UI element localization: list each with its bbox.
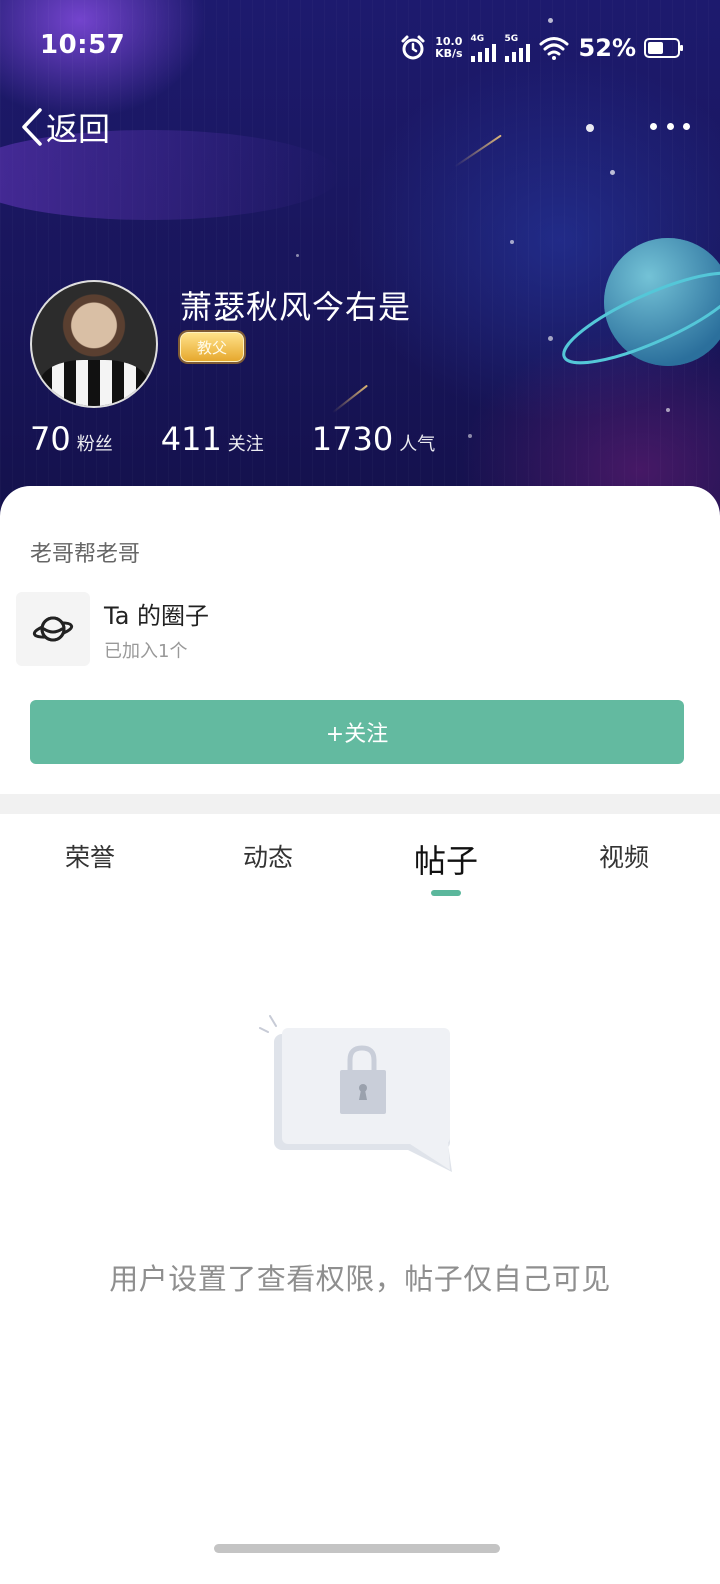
back-button[interactable]: 返回 [20, 104, 110, 150]
stat-value: 411 [160, 420, 222, 458]
active-tab-indicator [431, 890, 461, 896]
stat-following[interactable]: 411 关注 [161, 420, 264, 458]
battery-percent: 52% [578, 34, 636, 62]
stat-value: 1730 [311, 420, 394, 458]
circles-title: Ta 的圈子 [104, 601, 210, 630]
stat-label: 关注 [227, 434, 264, 455]
stat-popularity: 1730 人气 [312, 420, 435, 458]
alarm-icon [401, 35, 425, 60]
tab-label: 动态 [242, 843, 293, 872]
stat-value: 70 [30, 420, 71, 458]
profile-info-card: 老哥帮老哥 Ta 的圈子 已加入1个 +关注 [0, 486, 720, 794]
tab-activity[interactable]: 动态 [178, 814, 358, 904]
decorative-star [610, 170, 615, 175]
section-divider [0, 794, 720, 814]
sim2-signal: 5G [504, 33, 531, 62]
more-dot-icon [683, 122, 690, 130]
decorative-planet [562, 238, 720, 366]
signal-bars-icon [470, 43, 496, 62]
more-dot-icon [666, 122, 674, 130]
locked-content-illustration [259, 1015, 452, 1172]
tab-honors[interactable]: 荣誉 [0, 814, 180, 904]
avatar-photo-detail [40, 360, 148, 406]
clock-time: 10:57 [40, 30, 126, 60]
team-name: 老哥帮老哥 [30, 542, 141, 567]
tab-posts[interactable]: 帖子 [356, 814, 536, 904]
decorative-star [548, 336, 553, 341]
network-speed-unit: KB/s [435, 47, 463, 60]
circles-entry[interactable]: Ta 的圈子 已加入1个 [16, 592, 209, 666]
back-label: 返回 [46, 110, 111, 148]
status-indicators: 10.0 KB/s 4G 5G 52% [399, 30, 683, 66]
wifi-icon [539, 37, 569, 60]
chevron-left-icon [22, 108, 42, 146]
network-speed: 10.0 KB/s [435, 36, 462, 60]
tab-label: 视频 [598, 843, 649, 872]
battery-icon [644, 38, 683, 58]
stat-followers[interactable]: 70 粉丝 [30, 420, 113, 458]
tab-videos[interactable]: 视频 [534, 814, 714, 904]
decorative-star [510, 240, 514, 244]
profile-stats: 70 粉丝 411 关注 1730 人气 [30, 420, 483, 458]
status-bar: 10:57 10.0 KB/s 4G 5G 52% [0, 0, 720, 96]
battery-level-fill [648, 42, 663, 54]
avatar[interactable] [30, 280, 158, 408]
rank-badge: 教父 [180, 332, 244, 362]
sim1-signal: 4G [470, 33, 497, 62]
content-tabs: 荣誉 动态 帖子 视频 [0, 814, 720, 904]
home-indicator[interactable] [214, 1544, 500, 1553]
decorative-star [586, 124, 594, 132]
sim1-network-type: 4G [470, 33, 485, 44]
follow-button[interactable]: +关注 [30, 700, 684, 764]
username: 萧瑟秋风今右是 [180, 288, 412, 326]
stat-label: 粉丝 [76, 434, 113, 455]
circles-count: 已加入1个 [104, 640, 188, 662]
circles-text: Ta 的圈子 已加入1个 [104, 596, 209, 663]
sim2-network-type: 5G [504, 33, 519, 44]
empty-state-message: 用户设置了查看权限，帖子仅自己可见 [109, 1262, 611, 1296]
more-dot-icon [650, 122, 657, 130]
signal-bars-icon [504, 43, 530, 62]
decorative-star [296, 254, 299, 257]
more-options-button[interactable] [650, 116, 690, 136]
decorative-star [666, 408, 670, 412]
stat-label: 人气 [399, 434, 436, 455]
tab-label: 荣誉 [64, 843, 115, 872]
planet-icon [16, 592, 90, 666]
